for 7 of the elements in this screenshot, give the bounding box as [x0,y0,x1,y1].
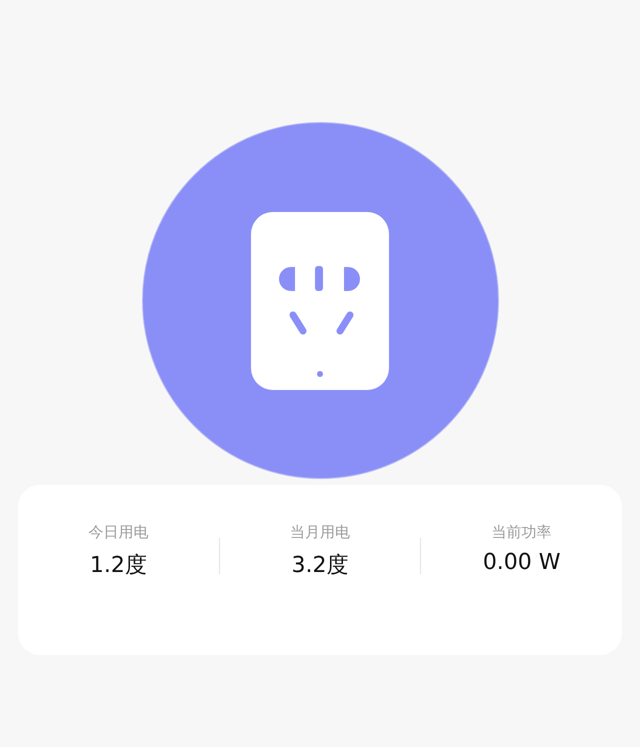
stat-value: 1.2度 [90,552,147,580]
stat-value: 3.2度 [292,552,348,580]
stat-label: 当月用电 [290,523,350,542]
socket-icon [251,212,389,390]
stat-value: 0.00 W [482,550,561,575]
stat-label: 当前功率 [492,523,552,542]
stat-label: 今日用电 [88,523,148,542]
